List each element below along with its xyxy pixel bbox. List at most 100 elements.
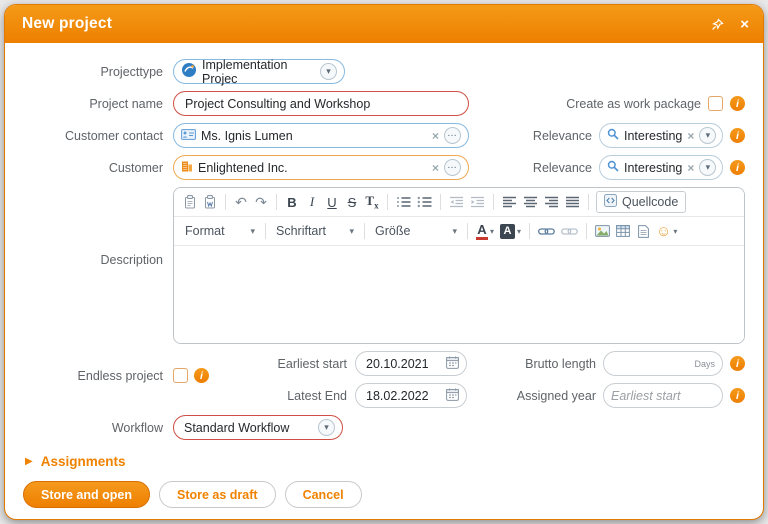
customer-contact-value: Ms. Ignis Lumen	[201, 128, 293, 143]
customer-contact-browse-button[interactable]: …	[444, 127, 461, 144]
customer-field[interactable]: Enlightened Inc. × …	[173, 155, 469, 180]
chevron-down-icon: ▾	[673, 226, 678, 236]
endless-project-checkbox[interactable]	[173, 368, 188, 383]
assignments-expander[interactable]: ▶ Assignments	[25, 454, 745, 469]
cancel-button[interactable]: Cancel	[284, 481, 362, 508]
info-icon[interactable]: i	[730, 160, 745, 175]
relevance-customer-value: Interesting	[624, 160, 683, 175]
bold-icon[interactable]: B	[282, 191, 302, 213]
earliest-start-value: 20.10.2021	[366, 356, 429, 371]
customer-row: Customer Enlightened Inc. × … Relevance …	[23, 155, 745, 180]
customer-value: Enlightened Inc.	[198, 160, 288, 175]
clear-icon[interactable]: ×	[687, 162, 694, 174]
clear-formatting-icon[interactable]: Tx	[362, 191, 382, 213]
dialog-content: Projecttype Implementation Projec ▾ Proj…	[5, 43, 763, 519]
info-icon[interactable]: i	[730, 96, 745, 111]
chevron-down-icon: ▾	[349, 225, 354, 236]
info-icon[interactable]: i	[730, 388, 745, 403]
footer: Store and open Store as draft Cancel	[23, 481, 745, 508]
unlink-icon[interactable]	[558, 220, 581, 242]
chevron-down-icon: ▾	[452, 225, 457, 236]
align-left-icon[interactable]	[499, 191, 520, 213]
magnifier-icon	[607, 128, 619, 143]
customer-label: Customer	[108, 160, 163, 175]
clear-icon[interactable]: ×	[432, 130, 439, 142]
calendar-icon[interactable]	[446, 388, 459, 404]
relevance-customer-field[interactable]: Interesting × ▾	[599, 155, 723, 180]
align-right-icon[interactable]	[541, 191, 562, 213]
source-code-icon	[604, 194, 617, 210]
info-icon[interactable]: i	[730, 128, 745, 143]
indent-icon[interactable]	[467, 191, 488, 213]
projecttype-row: Projecttype Implementation Projec ▾	[23, 57, 745, 86]
customer-browse-button[interactable]: …	[444, 159, 461, 176]
building-icon	[181, 160, 193, 175]
table-icon[interactable]	[613, 220, 633, 242]
format-dropdown[interactable]: Format ▾	[180, 220, 260, 242]
size-dropdown[interactable]: Größe ▾	[370, 220, 462, 242]
create-work-package-checkbox[interactable]	[708, 96, 723, 111]
link-icon[interactable]	[535, 220, 558, 242]
brutto-length-field[interactable]: Days	[603, 351, 723, 376]
underline-icon[interactable]: U	[322, 191, 342, 213]
store-as-draft-button[interactable]: Store as draft	[158, 481, 276, 508]
ellipsis-icon: …	[447, 159, 458, 171]
info-icon[interactable]: i	[194, 368, 209, 383]
earliest-start-field[interactable]: 20.10.2021	[355, 351, 467, 376]
relevance-contact-field[interactable]: Interesting × ▾	[599, 123, 723, 148]
source-code-button[interactable]: Quellcode	[596, 191, 687, 213]
document-icon[interactable]	[633, 220, 653, 242]
titlebar[interactable]: New project ×	[5, 5, 763, 43]
chevron-down-icon: ▾	[490, 226, 495, 236]
chevron-down-icon: ▾	[324, 422, 329, 432]
background-color-icon[interactable]: A ▾	[497, 220, 524, 242]
strikethrough-icon[interactable]: S	[342, 191, 362, 213]
customer-contact-field[interactable]: Ms. Ignis Lumen × …	[173, 123, 469, 148]
relevance-contact-label: Relevance	[532, 128, 592, 143]
magnifier-icon	[607, 160, 619, 175]
text-color-icon[interactable]: A ▾	[473, 220, 497, 242]
project-name-input[interactable]	[173, 91, 469, 116]
latest-end-field[interactable]: 18.02.2022	[355, 383, 467, 408]
description-input[interactable]	[174, 246, 744, 343]
relevance-contact-dropdown-button[interactable]: ▾	[699, 127, 717, 144]
redo-icon[interactable]: ↷	[251, 191, 271, 213]
workflow-field[interactable]: Standard Workflow ▾	[173, 415, 343, 440]
align-center-icon[interactable]	[520, 191, 541, 213]
bullet-list-icon[interactable]	[414, 191, 435, 213]
brutto-length-unit: Days	[694, 358, 715, 369]
workflow-dropdown-button[interactable]: ▾	[318, 419, 335, 436]
font-dropdown[interactable]: Schriftart ▾	[271, 220, 359, 242]
endless-project-label: Endless project	[77, 368, 163, 383]
paste-icon[interactable]	[180, 191, 200, 213]
store-and-open-button[interactable]: Store and open	[23, 481, 150, 508]
contact-card-icon	[181, 128, 196, 143]
assigned-year-field[interactable]: Earliest start	[603, 383, 723, 408]
clear-icon[interactable]: ×	[687, 130, 694, 142]
calendar-icon[interactable]	[446, 356, 459, 372]
pin-icon[interactable]	[711, 17, 724, 31]
relevance-customer-dropdown-button[interactable]: ▾	[699, 159, 717, 176]
image-icon[interactable]	[592, 220, 613, 242]
ellipsis-icon: …	[447, 127, 458, 139]
italic-icon[interactable]: I	[302, 191, 322, 213]
brutto-length-label: Brutto length	[525, 356, 596, 371]
projecttype-dropdown-button[interactable]: ▾	[320, 63, 337, 80]
close-icon[interactable]: ×	[740, 17, 749, 32]
info-icon[interactable]: i	[730, 356, 745, 371]
new-project-dialog: New project × Projecttype Implementation…	[4, 4, 764, 520]
emoji-icon[interactable]: ☺ ▾	[653, 220, 680, 242]
workflow-value: Standard Workflow	[184, 420, 290, 435]
align-justify-icon[interactable]	[562, 191, 583, 213]
description-label: Description	[100, 253, 163, 267]
outdent-icon[interactable]	[446, 191, 467, 213]
projecttype-value: Implementation Projec	[202, 57, 288, 86]
clear-icon[interactable]: ×	[432, 162, 439, 174]
numbered-list-icon[interactable]	[393, 191, 414, 213]
projecttype-field[interactable]: Implementation Projec ▾	[173, 57, 345, 86]
chevron-down-icon: ▾	[705, 162, 711, 172]
paste-from-word-icon[interactable]	[200, 191, 220, 213]
endless-project-group: Endless project i	[23, 363, 209, 388]
dialog-title: New project	[22, 15, 113, 32]
undo-icon[interactable]: ↶	[231, 191, 251, 213]
